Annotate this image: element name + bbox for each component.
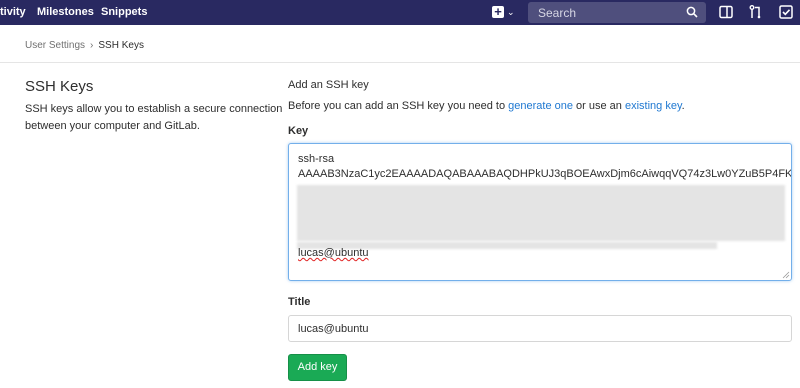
plus-square-icon: +: [492, 5, 504, 18]
existing-key-link[interactable]: existing key: [625, 100, 682, 112]
key-line-comment: lucas@ubuntu: [298, 247, 369, 259]
key-line-type: ssh-rsa: [298, 153, 334, 165]
breadcrumb-divider: [0, 62, 800, 63]
search-box: [528, 2, 706, 23]
description-prefix: Before you can add an SSH key you need t…: [288, 100, 509, 112]
breadcrumb: User Settings › SSH Keys: [25, 40, 144, 51]
key-label: Key: [288, 125, 309, 137]
add-ssh-key-heading: Add an SSH key: [288, 79, 369, 91]
search-icon[interactable]: [686, 6, 698, 18]
generate-one-link[interactable]: generate one: [508, 100, 573, 112]
nav-link-milestones[interactable]: Milestones: [37, 0, 94, 25]
key-textarea[interactable]: ssh-rsa AAAAB3NzaC1yc2EAAAADAQABAAABAQDH…: [288, 143, 792, 281]
search-input[interactable]: [528, 2, 688, 23]
key-line-data: AAAAB3NzaC1yc2EAAAADAQABAAABAQDHPkUJ3qBO…: [298, 168, 792, 180]
title-input[interactable]: [288, 315, 792, 342]
chevron-down-icon: ⌄: [507, 7, 515, 17]
new-dropdown-button[interactable]: + ⌄: [490, 5, 516, 20]
nav-link-snippets[interactable]: Snippets: [101, 0, 147, 25]
todo-check-icon[interactable]: [778, 4, 794, 20]
breadcrumb-user-settings[interactable]: User Settings: [25, 40, 85, 51]
description-middle: or use an: [573, 100, 625, 112]
description-suffix: .: [681, 100, 685, 112]
page-title: SSH Keys: [25, 78, 94, 95]
chevron-right-icon: ›: [90, 40, 94, 51]
title-label: Title: [288, 296, 311, 308]
page-description: SSH keys allow you to establish a secure…: [25, 103, 283, 132]
redacted-key-region: [297, 185, 785, 241]
nav-link-activity[interactable]: tivity: [0, 0, 26, 25]
sidebar-toggle-icon[interactable]: [718, 4, 734, 20]
add-ssh-key-description: Before you can add an SSH key you need t…: [288, 100, 685, 112]
merge-request-icon[interactable]: [748, 4, 764, 20]
key-type-text: ssh-rsa: [298, 153, 335, 165]
add-key-button[interactable]: Add key: [288, 354, 347, 381]
resize-handle-icon[interactable]: [782, 271, 790, 279]
top-navbar: tivity Milestones Snippets + ⌄: [0, 0, 800, 25]
breadcrumb-ssh-keys[interactable]: SSH Keys: [98, 40, 144, 51]
